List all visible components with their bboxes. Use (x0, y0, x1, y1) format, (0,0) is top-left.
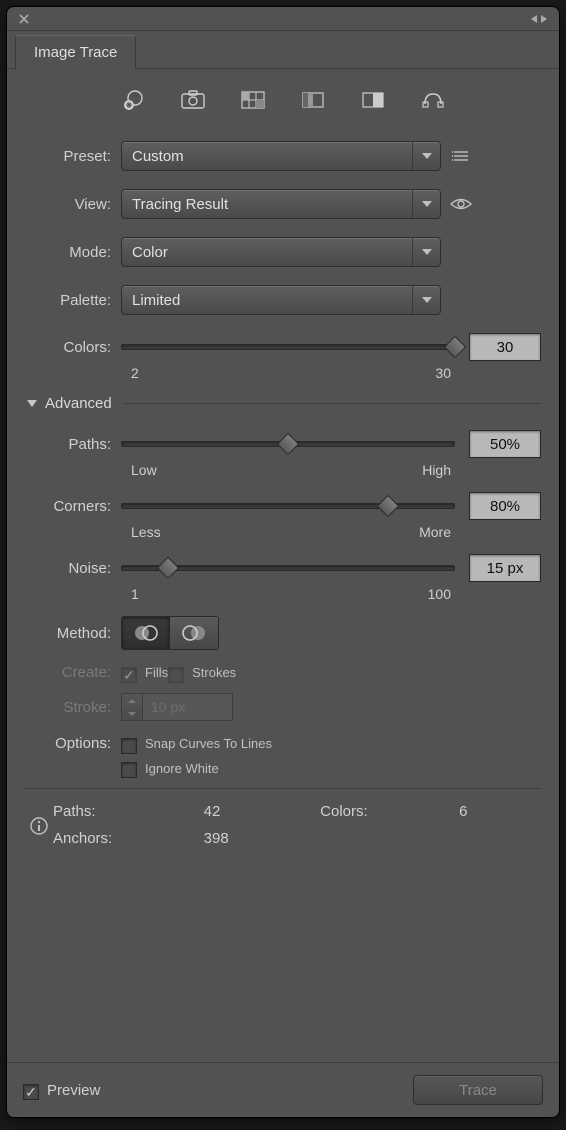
preset-select[interactable]: Custom (121, 141, 441, 171)
noise-max: 100 (428, 586, 451, 602)
colors-max: 30 (435, 365, 451, 381)
stroke-label: Stroke: (25, 699, 121, 716)
method-abutting-button[interactable] (122, 617, 170, 649)
method-label: Method: (25, 625, 121, 642)
preset-bw-icon[interactable] (358, 87, 388, 113)
slider-thumb[interactable] (156, 557, 179, 580)
palette-select[interactable]: Limited (121, 285, 441, 315)
preset-colors-icon[interactable] (238, 87, 268, 113)
view-label: View: (25, 196, 121, 213)
paths-high: High (422, 462, 451, 478)
stats-colors-value: 6 (459, 803, 541, 820)
trace-button: Trace (413, 1075, 543, 1105)
preset-menu-icon[interactable] (441, 149, 481, 163)
mode-label: Mode: (25, 244, 121, 261)
panel-content: Preset: Custom View: Tracing Result Mode… (7, 133, 559, 1062)
paths-slider[interactable] (121, 434, 455, 454)
palette-label: Palette: (25, 292, 121, 309)
image-trace-panel: Image Trace Preset: Custom (6, 6, 560, 1118)
colors-min: 2 (131, 365, 139, 381)
noise-label: Noise: (25, 560, 121, 577)
stats-block: Paths: 42 Colors: 6 Anchors: 398 (25, 788, 541, 859)
chevron-down-icon (412, 190, 440, 218)
panel-footer: Preview Trace (7, 1062, 559, 1117)
corners-low: Less (131, 524, 161, 540)
view-eye-icon[interactable] (441, 197, 481, 211)
stroke-value: 10 px (143, 693, 233, 721)
fills-label: Fills (145, 665, 168, 680)
stats-anchors-label: Anchors: (53, 830, 186, 847)
noise-input[interactable]: 15 px (469, 554, 541, 582)
stroke-stepper: 10 px (121, 693, 233, 721)
strokes-label: Strokes (192, 665, 236, 680)
preview-toggle[interactable]: Preview (23, 1082, 100, 1099)
create-label: Create: (25, 664, 121, 681)
close-icon[interactable] (17, 12, 31, 26)
advanced-label: Advanced (45, 395, 112, 412)
info-icon (25, 803, 53, 847)
slider-thumb[interactable] (377, 495, 400, 518)
slider-thumb[interactable] (444, 336, 467, 359)
paths-input[interactable]: 50% (469, 430, 541, 458)
paths-low: Low (131, 462, 157, 478)
chevron-down-icon (412, 238, 440, 266)
preset-icon-row (7, 69, 559, 133)
options-label: Options: (25, 735, 121, 752)
colors-slider[interactable] (121, 337, 455, 357)
corners-input[interactable]: 80% (469, 492, 541, 520)
view-value: Tracing Result (132, 196, 228, 213)
paths-label: Paths: (25, 436, 121, 453)
preset-label: Preset: (25, 148, 121, 165)
palette-value: Limited (132, 292, 180, 309)
preview-checkbox[interactable] (23, 1084, 39, 1100)
flyout-menu-icon[interactable] (529, 12, 549, 26)
mode-select[interactable]: Color (121, 237, 441, 267)
preset-value: Custom (132, 148, 184, 165)
preview-label: Preview (47, 1082, 100, 1099)
slider-thumb[interactable] (277, 433, 300, 456)
stats-colors-label: Colors: (320, 803, 441, 820)
noise-slider[interactable] (121, 558, 455, 578)
tab-image-trace[interactable]: Image Trace (15, 35, 136, 69)
stats-paths-value: 42 (204, 803, 303, 820)
mode-value: Color (132, 244, 168, 261)
colors-label: Colors: (25, 339, 121, 356)
rule (124, 403, 541, 404)
preset-auto-icon[interactable] (118, 87, 148, 113)
method-buttons (121, 616, 219, 650)
preset-photo-icon[interactable] (178, 87, 208, 113)
corners-label: Corners: (25, 498, 121, 515)
snap-curves-label: Snap Curves To Lines (145, 736, 272, 751)
colors-input[interactable]: 30 (469, 333, 541, 361)
tab-bar: Image Trace (7, 31, 559, 69)
corners-high: More (419, 524, 451, 540)
chevron-down-icon (412, 142, 440, 170)
advanced-section-toggle[interactable]: Advanced (25, 395, 541, 412)
fills-checkbox (121, 667, 137, 683)
preset-grays-icon[interactable] (298, 87, 328, 113)
method-overlapping-button[interactable] (170, 617, 218, 649)
corners-slider[interactable] (121, 496, 455, 516)
panel-titlebar (7, 7, 559, 31)
ignore-white-checkbox[interactable] (121, 762, 137, 778)
noise-min: 1 (131, 586, 139, 602)
stats-anchors-value: 398 (204, 830, 303, 847)
disclosure-triangle-icon (27, 400, 37, 407)
snap-curves-checkbox[interactable] (121, 738, 137, 754)
view-select[interactable]: Tracing Result (121, 189, 441, 219)
chevron-down-icon (412, 286, 440, 314)
preset-outline-icon[interactable] (418, 87, 448, 113)
stats-paths-label: Paths: (53, 803, 186, 820)
ignore-white-label: Ignore White (145, 761, 219, 776)
strokes-checkbox (168, 667, 184, 683)
